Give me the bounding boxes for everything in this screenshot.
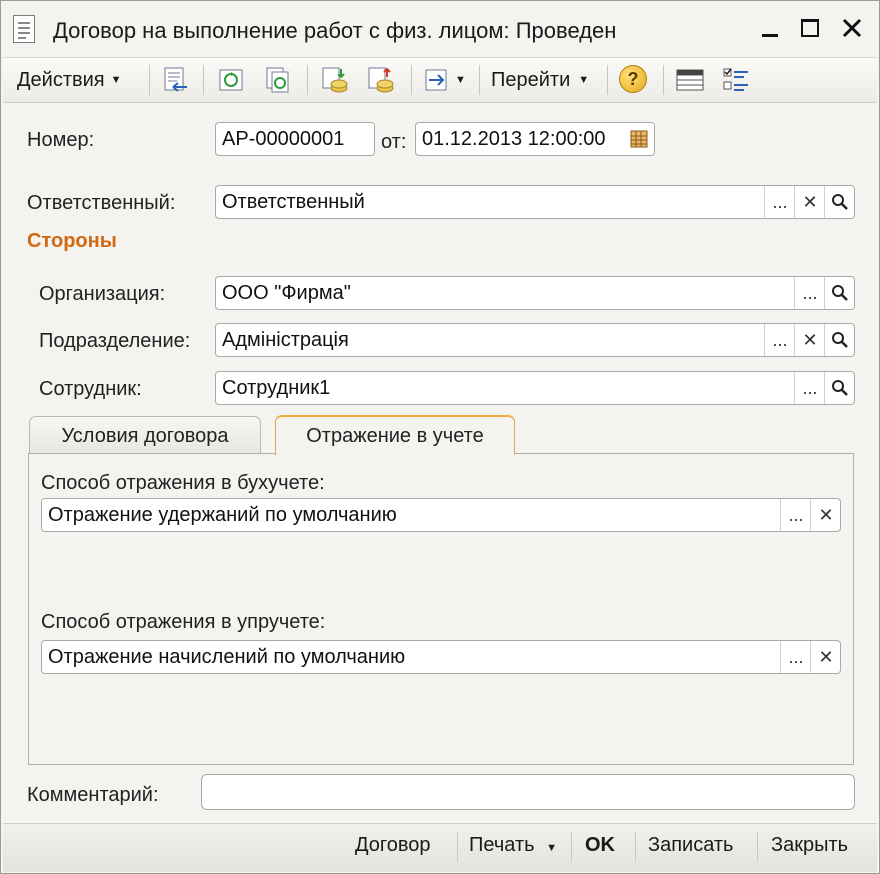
- number-value: АР-00000001: [222, 128, 345, 150]
- goto-label: Перейти: [491, 68, 571, 91]
- chevron-down-icon: ▼: [546, 842, 557, 854]
- chevron-down-icon: ▼: [578, 74, 590, 86]
- help-label: ?: [627, 68, 639, 89]
- select-button[interactable]: ...: [794, 277, 825, 309]
- clear-icon[interactable]: ✕: [794, 324, 825, 356]
- chevron-down-icon: ▼: [110, 74, 122, 86]
- calendar-icon[interactable]: [624, 123, 654, 155]
- window-title: Договор на выполнение работ с физ. лицом…: [53, 18, 617, 43]
- date-field[interactable]: 01.12.2013 12:00:00: [415, 122, 655, 156]
- tab-label: Условия договора: [61, 425, 229, 447]
- from-label: от:: [381, 131, 407, 153]
- unpost-document-icon[interactable]: [365, 65, 395, 95]
- contract-button[interactable]: Договор: [355, 834, 431, 857]
- organization-field[interactable]: ООО "Фирма" ...: [215, 276, 855, 310]
- post-and-close-icon[interactable]: [161, 65, 191, 95]
- structure-icon[interactable]: [675, 65, 705, 95]
- minimize-icon[interactable]: [753, 11, 787, 45]
- actions-label: Действия: [17, 68, 105, 91]
- date-value: 01.12.2013 12:00:00: [422, 128, 606, 150]
- section-title: Стороны: [27, 230, 117, 252]
- tab-contract-terms[interactable]: Условия договора: [29, 416, 261, 456]
- employee-field[interactable]: Сотрудник1 ...: [215, 371, 855, 405]
- employee-label: Сотрудник:: [39, 378, 142, 400]
- select-button[interactable]: ...: [764, 186, 795, 218]
- select-button[interactable]: ...: [780, 641, 811, 673]
- comment-label: Комментарий:: [27, 784, 159, 806]
- department-label: Подразделение:: [39, 330, 191, 352]
- management-method-label: Способ отражения в упручете:: [41, 611, 326, 633]
- search-icon[interactable]: [824, 186, 855, 218]
- goto-menu[interactable]: Перейти ▼: [491, 62, 589, 98]
- toolbar: Действия ▼ ▼ Перейти ▼ ?: [3, 57, 877, 103]
- number-label: Номер:: [27, 129, 95, 151]
- responsible-label: Ответственный:: [27, 192, 176, 214]
- ok-button[interactable]: OK: [585, 834, 615, 857]
- select-button[interactable]: ...: [794, 372, 825, 404]
- document-icon: [13, 15, 35, 43]
- copy-document-icon[interactable]: [263, 65, 293, 95]
- document-window: Договор на выполнение работ с физ. лицом…: [0, 0, 880, 874]
- clear-icon[interactable]: ✕: [794, 186, 825, 218]
- enter-based-on-icon[interactable]: [423, 65, 453, 95]
- bottom-bar: Договор Печать ▼ OK Записать Закрыть: [3, 823, 877, 872]
- accounting-method-label: Способ отражения в бухучете:: [41, 472, 325, 494]
- number-field[interactable]: АР-00000001: [215, 122, 375, 156]
- accounting-method-value: Отражение удержаний по умолчанию: [48, 504, 397, 526]
- chevron-down-icon[interactable]: ▼: [455, 62, 466, 98]
- search-icon[interactable]: [824, 277, 855, 309]
- select-button[interactable]: ...: [780, 499, 811, 531]
- tab-panel: Способ отражения в бухучете: Отражение у…: [28, 453, 854, 765]
- organization-label: Организация:: [39, 283, 166, 305]
- department-field[interactable]: Адміністрація ... ✕: [215, 323, 855, 357]
- settings-list-icon[interactable]: [721, 65, 751, 95]
- clear-icon[interactable]: ✕: [810, 499, 841, 531]
- actions-menu[interactable]: Действия ▼: [17, 62, 122, 98]
- close-button[interactable]: Закрыть: [771, 834, 848, 857]
- tab-accounting-reflection[interactable]: Отражение в учете: [275, 415, 515, 455]
- help-icon[interactable]: ?: [619, 65, 649, 95]
- title-bar: Договор на выполнение работ с физ. лицом…: [1, 1, 879, 55]
- save-button[interactable]: Записать: [648, 834, 733, 857]
- search-icon[interactable]: [824, 324, 855, 356]
- responsible-value: Ответственный: [222, 191, 365, 213]
- management-method-value: Отражение начислений по умолчанию: [48, 646, 406, 668]
- post-document-icon[interactable]: [319, 65, 349, 95]
- employee-value: Сотрудник1: [222, 377, 331, 399]
- close-icon[interactable]: [835, 11, 869, 45]
- comment-field[interactable]: [201, 774, 855, 810]
- search-icon[interactable]: [824, 372, 855, 404]
- refresh-icon[interactable]: [217, 65, 247, 95]
- select-button[interactable]: ...: [764, 324, 795, 356]
- maximize-icon[interactable]: [793, 11, 827, 45]
- responsible-field[interactable]: Ответственный ... ✕: [215, 185, 855, 219]
- management-method-field[interactable]: Отражение начислений по умолчанию ... ✕: [41, 640, 841, 674]
- print-menu[interactable]: Печать ▼: [469, 834, 557, 857]
- tab-label: Отражение в учете: [306, 424, 484, 447]
- organization-value: ООО "Фирма": [222, 282, 351, 304]
- accounting-method-field[interactable]: Отражение удержаний по умолчанию ... ✕: [41, 498, 841, 532]
- clear-icon[interactable]: ✕: [810, 641, 841, 673]
- department-value: Адміністрація: [222, 329, 349, 351]
- print-label: Печать: [469, 834, 535, 856]
